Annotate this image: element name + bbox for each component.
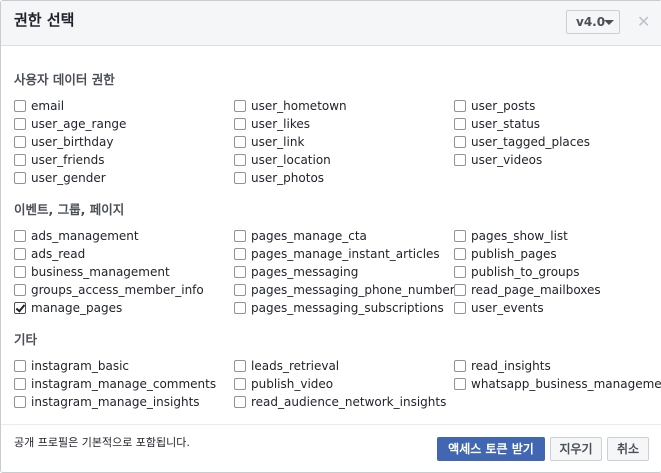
permission-label: pages_manage_cta	[251, 229, 367, 243]
permission-label: pages_messaging	[251, 265, 359, 279]
permission-label: manage_pages	[31, 301, 123, 315]
permission-label: pages_manage_instant_articles	[251, 247, 440, 261]
checkbox-icon[interactable]	[14, 230, 26, 242]
section-title: 기타	[14, 332, 38, 347]
checkbox-icon[interactable]	[14, 154, 26, 166]
checkbox-icon[interactable]	[454, 248, 466, 260]
checkbox-icon[interactable]	[14, 284, 26, 296]
permission-label: publish_to_groups	[471, 265, 580, 279]
checkbox-icon[interactable]	[14, 396, 26, 408]
footer-note: 공개 프로필은 기본적으로 포함됩니다.	[14, 436, 190, 449]
checkbox-icon[interactable]	[234, 172, 246, 184]
permission-label: pages_messaging_phone_number	[251, 283, 455, 297]
checkbox-icon[interactable]	[234, 360, 246, 372]
footer-divider	[1, 424, 661, 425]
section-title: 사용자 데이터 권한	[14, 72, 115, 87]
version-dropdown[interactable]: v4.0	[566, 10, 620, 34]
permission-label: user_videos	[471, 153, 543, 167]
checkbox-icon[interactable]	[234, 266, 246, 278]
checkbox-icon[interactable]	[234, 154, 246, 166]
clear-button[interactable]: 지우기	[550, 437, 602, 461]
permission-label: user_photos	[251, 171, 325, 185]
permission-label: whatsapp_business_management	[471, 377, 661, 391]
permission-label: user_status	[471, 117, 541, 131]
permissions-dialog: 권한 선택 v4.0 ✕ 사용자 데이터 권한 email user_hometow…	[0, 0, 661, 473]
permission-label: user_likes	[251, 117, 310, 131]
checkbox-icon[interactable]	[234, 248, 246, 260]
get-access-token-button[interactable]: 액세스 토큰 받기	[437, 437, 545, 461]
checkbox-icon[interactable]	[454, 100, 466, 112]
checkbox-icon[interactable]	[234, 302, 246, 314]
checkbox-icon[interactable]	[234, 136, 246, 148]
checkbox-icon[interactable]	[454, 360, 466, 372]
checkbox-icon[interactable]	[454, 266, 466, 278]
permission-label: publish_video	[251, 377, 334, 391]
checkbox-icon[interactable]	[234, 118, 246, 130]
checkbox-icon[interactable]	[14, 136, 26, 148]
checkbox-icon[interactable]	[14, 360, 26, 372]
permission-label: user_posts	[471, 99, 536, 113]
permission-label: groups_access_member_info	[31, 283, 204, 297]
permission-label: user_location	[251, 153, 331, 167]
permission-label: user_friends	[31, 153, 105, 167]
permission-label: read_insights	[471, 359, 551, 373]
checkbox-icon[interactable]	[234, 230, 246, 242]
checkbox-icon[interactable]	[454, 302, 466, 314]
checkbox-icon[interactable]	[454, 284, 466, 296]
permission-label: instagram_basic	[31, 359, 129, 373]
permission-label: ads_management	[31, 229, 139, 243]
permission-label: instagram_manage_insights	[31, 395, 200, 409]
checkbox-icon[interactable]	[454, 136, 466, 148]
checkbox-icon[interactable]	[14, 248, 26, 260]
version-label: v4.0	[576, 15, 606, 29]
close-icon[interactable]: ✕	[637, 12, 650, 32]
dialog-header: 권한 선택 v4.0 ✕	[1, 1, 661, 46]
checkbox-icon[interactable]	[14, 172, 26, 184]
checkbox-icon[interactable]	[454, 230, 466, 242]
checkbox-checked-icon[interactable]	[14, 302, 26, 314]
checkbox-icon[interactable]	[234, 378, 246, 390]
checkbox-icon[interactable]	[454, 378, 466, 390]
permission-label: user_gender	[31, 171, 106, 185]
permission-label: read_page_mailboxes	[471, 283, 601, 297]
permission-label: user_age_range	[31, 117, 127, 131]
permission-label: pages_messaging_subscriptions	[251, 301, 444, 315]
dialog-title: 권한 선택	[14, 11, 75, 29]
checkbox-icon[interactable]	[454, 154, 466, 166]
permission-label: business_management	[31, 265, 170, 279]
checkbox-icon[interactable]	[14, 100, 26, 112]
checkbox-icon[interactable]	[234, 396, 246, 408]
permission-label: user_events	[471, 301, 544, 315]
permission-label: publish_pages	[471, 247, 557, 261]
cancel-button[interactable]: 취소	[607, 437, 649, 461]
section-title: 이벤트, 그룹, 페이지	[14, 202, 125, 217]
permission-label: user_birthday	[31, 135, 114, 149]
checkbox-icon[interactable]	[454, 118, 466, 130]
checkbox-icon[interactable]	[14, 118, 26, 130]
checkbox-icon[interactable]	[234, 100, 246, 112]
chevron-down-icon	[604, 20, 614, 25]
permission-label: email	[31, 99, 65, 113]
checkbox-icon[interactable]	[234, 284, 246, 296]
permission-label: pages_show_list	[471, 229, 568, 243]
permission-label: ads_read	[31, 247, 86, 261]
permission-label: leads_retrieval	[251, 359, 340, 373]
permission-label: instagram_manage_comments	[31, 377, 217, 391]
permission-label: user_tagged_places	[471, 135, 591, 149]
permission-label: user_link	[251, 135, 305, 149]
permission-label: read_audience_network_insights	[251, 395, 447, 409]
checkbox-icon[interactable]	[14, 378, 26, 390]
checkbox-icon[interactable]	[14, 266, 26, 278]
permission-label: user_hometown	[251, 99, 347, 113]
